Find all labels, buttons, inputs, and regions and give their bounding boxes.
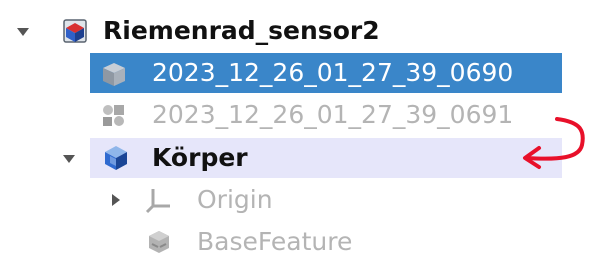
red-annotation-arrow [523, 117, 585, 169]
tree-view: Riemenrad_sensor2 2023_12_26_01_27_39_06… [0, 0, 590, 255]
